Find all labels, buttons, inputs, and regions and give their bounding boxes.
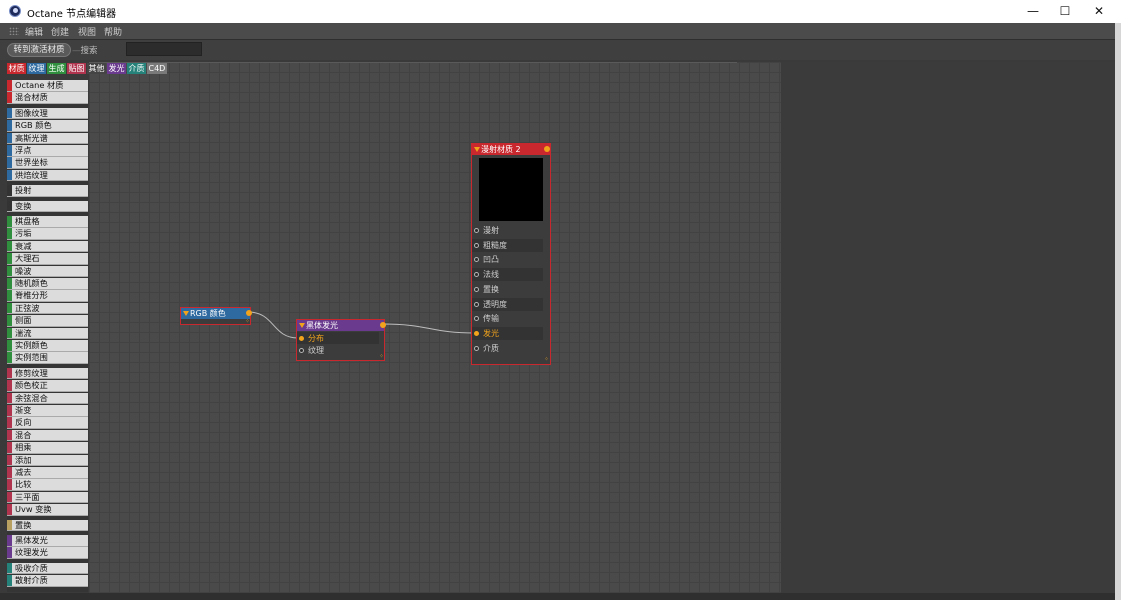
pin-label: 凹凸	[483, 255, 499, 265]
pin-row[interactable]: 置换	[472, 282, 543, 296]
pin-label: 粗糙度	[483, 240, 507, 250]
input-pin-icon[interactable]	[474, 272, 479, 278]
rgb-output-port[interactable]	[246, 310, 252, 316]
resize-grip-icon[interactable]: ⁘	[379, 354, 385, 360]
input-pin-icon[interactable]	[474, 330, 479, 336]
input-pin-icon[interactable]	[299, 336, 304, 341]
pin-label: 纹理	[308, 346, 324, 355]
pin-label: 漫射	[483, 226, 499, 235]
blackbody-emission-node[interactable]: 黑体发光 分布 纹理 ⁘	[296, 319, 386, 361]
collapse-triangle-icon[interactable]	[474, 147, 480, 152]
resize-grip-icon[interactable]: ⁘	[245, 319, 251, 325]
wire-blackbody-to-diffuse	[381, 323, 476, 334]
status-strip	[0, 593, 1121, 600]
pin-row[interactable]: 漫射	[472, 224, 543, 237]
rgb-color-node[interactable]: RGB 颜色 ⁘	[180, 307, 252, 325]
rgb-node-title: RGB 颜色	[190, 309, 226, 318]
material-output-port[interactable]	[544, 146, 550, 152]
input-pin-icon[interactable]	[474, 301, 479, 307]
resize-grip-icon[interactable]: ⁘	[544, 357, 550, 363]
window-edge	[1115, 23, 1121, 600]
pin-row[interactable]: 粗糙度	[472, 238, 543, 252]
blackbody-output-port[interactable]	[380, 322, 386, 328]
diffuse-material-node[interactable]: 漫射材质 2 漫射粗糙度凹凸法线置换透明度传输发光介质 ⁘	[471, 143, 551, 365]
input-pin-icon[interactable]	[474, 257, 479, 263]
pin-label: 介质	[483, 343, 499, 353]
pin-row[interactable]: 介质	[472, 341, 543, 355]
pin-row[interactable]: 透明度	[472, 297, 543, 311]
collapse-triangle-icon[interactable]	[183, 311, 189, 316]
input-pin-icon[interactable]	[474, 286, 479, 292]
input-pin-icon[interactable]	[474, 316, 479, 322]
diffuse-node-header[interactable]: 漫射材质 2	[472, 144, 550, 155]
connection-wires	[247, 311, 476, 339]
pin-label: 发光	[483, 328, 499, 338]
diffuse-node-title: 漫射材质 2	[481, 145, 521, 154]
pin-row[interactable]: 纹理	[297, 344, 379, 357]
rgb-node-header[interactable]: RGB 颜色	[181, 308, 250, 319]
pin-label: 分布	[308, 334, 324, 343]
pin-row[interactable]: 传输	[472, 312, 543, 326]
material-preview	[479, 158, 543, 221]
input-pin-icon[interactable]	[474, 228, 479, 233]
pin-label: 传输	[483, 314, 499, 324]
input-pin-icon[interactable]	[474, 242, 479, 248]
pin-row[interactable]: 法线	[472, 268, 543, 282]
collapse-triangle-icon[interactable]	[299, 323, 305, 328]
input-pin-icon[interactable]	[299, 348, 304, 353]
pin-row[interactable]: 发光	[472, 326, 543, 340]
input-pin-icon[interactable]	[474, 345, 479, 351]
pin-row[interactable]: 凹凸	[472, 253, 543, 267]
pin-label: 透明度	[483, 299, 507, 309]
pin-label: 置换	[483, 284, 499, 294]
wire-rgb-to-blackbody	[247, 311, 299, 339]
pin-label: 法线	[483, 270, 499, 280]
blackbody-node-header[interactable]: 黑体发光	[297, 320, 384, 331]
blackbody-node-title: 黑体发光	[306, 321, 338, 330]
